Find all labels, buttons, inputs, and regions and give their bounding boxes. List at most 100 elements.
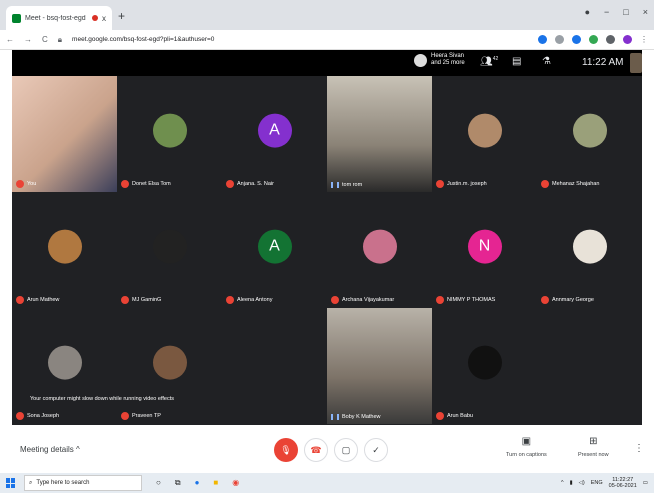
- participant-tile[interactable]: Arun Mathew: [12, 192, 117, 308]
- participant-name-row: You: [16, 180, 36, 188]
- mic-muted-icon: [121, 412, 129, 420]
- presenter-indicator[interactable]: Heera Sivan and 25 more: [414, 53, 465, 67]
- camera-indicator-icon[interactable]: [538, 35, 547, 44]
- browser-menu-icon[interactable]: ⋮: [640, 35, 648, 44]
- participant-tile[interactable]: Justin.m. joseph: [432, 76, 537, 192]
- participant-tile[interactable]: A Aleena Antony: [222, 192, 327, 308]
- file-explorer-icon[interactable]: ■: [213, 478, 218, 488]
- people-count: 42: [492, 56, 499, 62]
- self-view-thumbnail[interactable]: [630, 53, 642, 73]
- windows-taskbar: ⌕ Type here to search ○ ⧉ ● ■ ◉ ^ ▮ ◁) E…: [0, 473, 654, 493]
- taskbar-search-input[interactable]: ⌕ Type here to search: [24, 475, 142, 491]
- participant-tile[interactable]: Boby K Mathew: [327, 308, 432, 424]
- extension-icons: ⋮: [538, 35, 648, 44]
- participant-tile[interactable]: Archana Vijayakumar: [327, 192, 432, 308]
- bookmark-star-icon[interactable]: [572, 35, 581, 44]
- avatar: [152, 229, 187, 264]
- participant-tile[interactable]: Donet Elsa Tom: [117, 76, 222, 192]
- participant-name-row: Annmary George: [541, 296, 594, 304]
- video-effects-toast: Your computer might slow down while runn…: [22, 393, 192, 407]
- participant-name-row: Archana Vijayakumar: [331, 296, 394, 304]
- avatar[interactable]: [623, 35, 632, 44]
- tray-chevron-icon[interactable]: ^: [561, 480, 564, 486]
- avatar: A: [257, 113, 292, 148]
- reload-button[interactable]: C: [42, 35, 48, 44]
- browser-tab[interactable]: Meet - bsq-fost-egd x: [6, 6, 112, 30]
- participant-tile[interactable]: A Anjana. S. Nair: [222, 76, 327, 192]
- participant-tile[interactable]: Annmary George: [537, 192, 642, 308]
- participant-name-row: tom rom: [331, 182, 362, 188]
- participant-tile[interactable]: N NIMMY P THOMAS: [432, 192, 537, 308]
- maximize-button[interactable]: □: [623, 7, 628, 17]
- participant-video: [327, 76, 432, 192]
- mic-muted-icon: [16, 296, 24, 304]
- mic-muted-icon: [226, 180, 234, 188]
- meet-favicon-icon: [12, 13, 21, 23]
- meeting-details-label: Meeting details: [20, 445, 74, 454]
- participant-tile[interactable]: Mehanaz Shajahan: [537, 76, 642, 192]
- participant-video: [12, 76, 117, 192]
- mic-muted-icon: [331, 296, 339, 304]
- recording-dot-icon: [92, 15, 98, 21]
- notifications-icon[interactable]: ▭: [643, 480, 648, 486]
- participant-tile[interactable]: You: [12, 76, 117, 192]
- present-now-button[interactable]: ⊞ Present now: [578, 436, 609, 458]
- captions-button[interactable]: ▣ Turn on captions: [506, 436, 547, 458]
- people-icon[interactable]: 👥︎42: [480, 56, 498, 67]
- back-button[interactable]: ←: [6, 35, 14, 44]
- participant-name-row: Arun Babu: [436, 412, 473, 420]
- avatar: [467, 113, 502, 148]
- presenter-name: Heera Sivan: [431, 53, 465, 59]
- close-window-button[interactable]: ×: [643, 7, 648, 17]
- leave-call-button[interactable]: ☎︎: [304, 438, 328, 462]
- participant-grid: You Donet Elsa Tom A Anjana. S. Nair tom rom…: [12, 76, 642, 425]
- participant-name: Arun Mathew: [27, 297, 60, 303]
- minimize-button[interactable]: −: [604, 7, 609, 17]
- new-tab-button[interactable]: +: [118, 9, 125, 23]
- taskbar-date: 05-06-2021: [608, 483, 637, 489]
- more-options-icon[interactable]: ⋮: [634, 443, 644, 454]
- profile-dot-icon[interactable]: ●: [585, 7, 590, 17]
- participant-name: Aleena Antony: [237, 297, 273, 303]
- windows-start-icon[interactable]: [6, 478, 16, 488]
- url-field[interactable]: meet.google.com/bsq-fost-egd?pli=1&authu…: [72, 36, 528, 43]
- avatar: [47, 229, 82, 264]
- avatar: N: [467, 229, 502, 264]
- participant-name-row: Arun Mathew: [16, 296, 59, 304]
- mic-muted-icon: [121, 180, 129, 188]
- activities-icon[interactable]: ⚗: [542, 56, 551, 67]
- mic-muted-icon: [16, 180, 24, 188]
- present-icon: ⊞: [589, 436, 598, 447]
- participant-name: Donet Elsa Tom: [132, 181, 171, 187]
- chrome-icon[interactable]: ◉: [232, 478, 239, 488]
- participant-name-row: Anjana. S. Nair: [226, 180, 274, 188]
- raise-hand-button[interactable]: ✓: [364, 438, 388, 462]
- participant-name: Praveen TP: [132, 413, 161, 419]
- participant-tile[interactable]: MJ GaminG: [117, 192, 222, 308]
- chat-icon[interactable]: ▤: [512, 56, 521, 67]
- network-icon[interactable]: ▮: [570, 480, 573, 486]
- presenter-more: and 25 more: [431, 60, 465, 66]
- presenter-avatar: [414, 53, 427, 67]
- volume-icon[interactable]: ◁): [579, 480, 585, 486]
- puzzle-icon[interactable]: [606, 35, 615, 44]
- check-extension-icon[interactable]: [589, 35, 598, 44]
- edge-icon[interactable]: ●: [195, 478, 200, 488]
- taskbar-clock[interactable]: 11:22:27 05-06-2021: [609, 477, 637, 489]
- cortana-icon[interactable]: ○: [156, 478, 161, 488]
- mic-muted-icon: [436, 412, 444, 420]
- participant-tile[interactable]: tom rom: [327, 76, 432, 192]
- tab-close-icon[interactable]: x: [102, 14, 106, 23]
- address-bar-row: ← → C 🔒︎ meet.google.com/bsq-fost-egd?pl…: [0, 30, 654, 50]
- camera-icon: ▢: [341, 444, 351, 455]
- language-indicator[interactable]: ENG: [591, 480, 603, 486]
- extension-icon[interactable]: [555, 35, 564, 44]
- meet-top-bar: Heera Sivan and 25 more 👥︎42 ▤ ⚗ 11:22 A…: [12, 50, 642, 76]
- meeting-details-button[interactable]: Meeting details ^: [20, 445, 80, 454]
- forward-button[interactable]: →: [24, 35, 32, 44]
- camera-toggle-button[interactable]: ▢: [334, 438, 358, 462]
- mic-toggle-button[interactable]: 🎙︎: [274, 438, 298, 462]
- participant-tile[interactable]: Arun Babu: [432, 308, 537, 424]
- task-view-icon[interactable]: ⧉: [175, 478, 181, 488]
- window-controls: ● − □ ×: [585, 7, 648, 17]
